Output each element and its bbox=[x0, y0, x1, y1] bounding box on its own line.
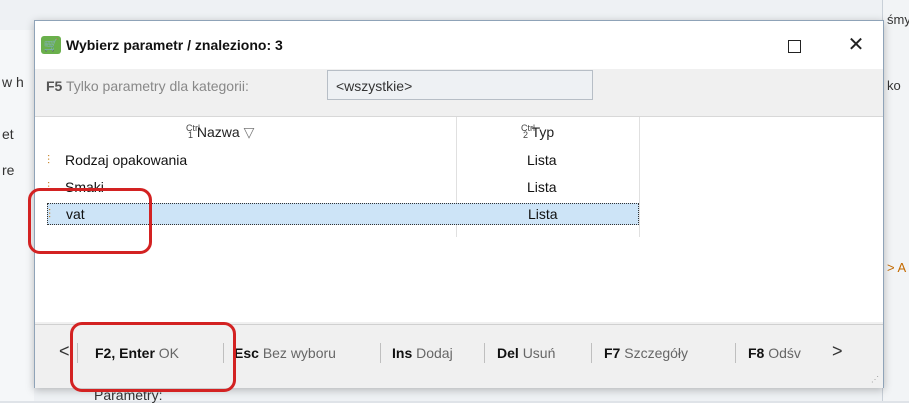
background-text: et bbox=[2, 126, 14, 142]
row-type: Lista bbox=[527, 179, 557, 195]
row-name: Rodzaj opakowania bbox=[65, 152, 188, 168]
row-type: Lista bbox=[527, 152, 557, 168]
shortcut-key: F8 bbox=[748, 345, 765, 361]
button-action: Bez wyboru bbox=[262, 345, 336, 361]
separator bbox=[484, 343, 485, 363]
separator bbox=[591, 343, 592, 363]
dialog-title: Wybierz parametr / znaleziono: 3 bbox=[66, 37, 283, 53]
close-button[interactable]: ✕ bbox=[839, 31, 873, 59]
resize-grip-icon[interactable]: ⋰ bbox=[871, 375, 879, 384]
shortcut-key: Del bbox=[497, 345, 519, 361]
button-action: Odśv bbox=[768, 345, 801, 361]
annotation-circle-vat bbox=[28, 188, 152, 254]
column-header-type[interactable]: Ctrl2 Typ bbox=[521, 123, 554, 140]
separator bbox=[380, 343, 381, 363]
cart-icon: 🛒 bbox=[41, 36, 61, 54]
column-header-name[interactable]: Ctrl1 Nazwa ▽ bbox=[186, 123, 254, 141]
dialog-titlebar: 🛒 Wybierz parametr / znaleziono: 3 ✕ bbox=[35, 21, 883, 69]
column-header-label: Nazwa bbox=[196, 124, 240, 140]
table-row[interactable]: ⫶ Rodzaj opakowania Lista bbox=[47, 150, 639, 172]
background-text: w h bbox=[2, 74, 24, 90]
button-action: Szczegóły bbox=[624, 345, 689, 361]
no-selection-button[interactable]: Esc Bez wyboru bbox=[234, 345, 336, 361]
refresh-button[interactable]: F8 Odśv bbox=[748, 345, 801, 361]
shortcut-key: F7 bbox=[604, 345, 621, 361]
scroll-right-button[interactable]: > bbox=[832, 341, 843, 362]
ctrl-number: 2 bbox=[523, 130, 529, 140]
ctrl-number: 1 bbox=[188, 130, 194, 140]
maximize-button[interactable] bbox=[777, 31, 811, 59]
background-text: śmy bbox=[887, 12, 909, 27]
delete-button[interactable]: Del Usuń bbox=[497, 345, 555, 361]
filter-label-text: Tylko parametry dla kategorii: bbox=[65, 78, 249, 94]
category-filter-label: F5 Tylko parametry dla kategorii: bbox=[46, 78, 249, 94]
separator bbox=[735, 343, 736, 363]
column-divider bbox=[639, 117, 640, 237]
background-text: ko bbox=[887, 78, 901, 93]
filter-shortcut: F5 bbox=[46, 78, 63, 94]
details-button[interactable]: F7 Szczegóły bbox=[604, 345, 688, 361]
category-filter-select[interactable]: <wszystkie> bbox=[327, 70, 593, 100]
scroll-left-button[interactable]: < bbox=[59, 341, 70, 362]
background-text: re bbox=[2, 162, 15, 178]
button-action: Usuń bbox=[522, 345, 556, 361]
background-text: > A bbox=[887, 260, 907, 275]
row-type: Lista bbox=[528, 206, 558, 222]
background-right-panel: śmy ko > A bbox=[882, 0, 909, 401]
sort-icon: ▽ bbox=[243, 124, 255, 140]
parameter-icon: ⫶ bbox=[47, 153, 51, 167]
parameter-grid: Ctrl1 Nazwa ▽ Ctrl2 Typ ⫶ Rodzaj opakowa… bbox=[35, 116, 883, 322]
column-header-label: Typ bbox=[531, 124, 555, 140]
maximize-icon bbox=[787, 39, 801, 53]
shortcut-key: Esc bbox=[234, 345, 259, 361]
shortcut-key: Ins bbox=[392, 345, 413, 361]
add-button[interactable]: Ins Dodaj bbox=[392, 345, 453, 361]
annotation-circle-ok bbox=[70, 322, 236, 392]
button-action: Dodaj bbox=[416, 345, 453, 361]
